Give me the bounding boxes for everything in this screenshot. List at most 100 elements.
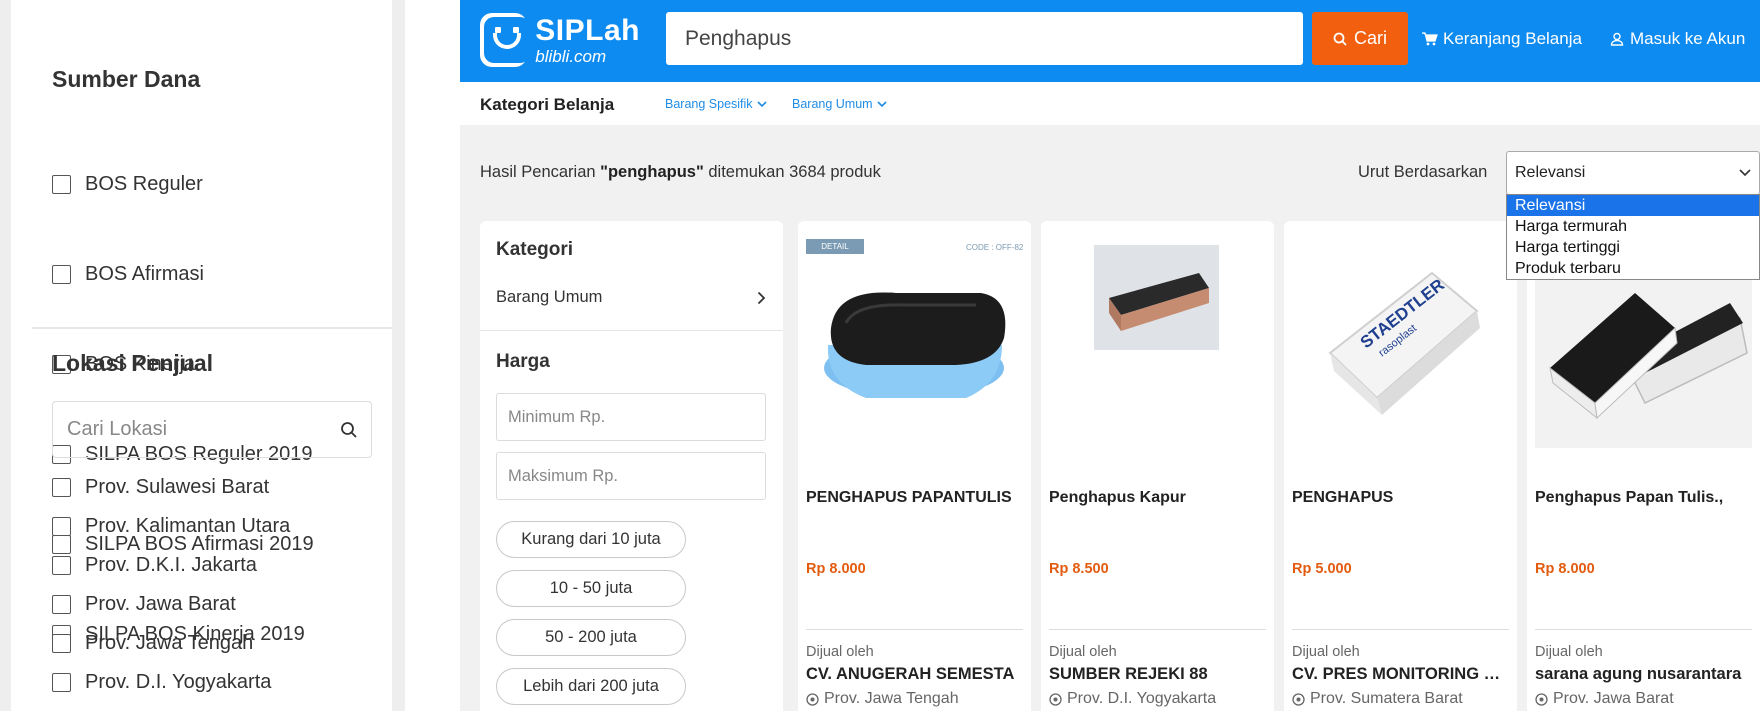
seller-name[interactable]: sarana agung nusarantara: [1535, 665, 1752, 684]
product-price: Rp 8.000: [1535, 561, 1595, 577]
checkbox[interactable]: [52, 633, 71, 653]
result-query: "penghapus": [600, 163, 704, 181]
smile-logo-icon: [480, 13, 530, 67]
location-pin-icon: [1535, 692, 1548, 706]
sort-select[interactable]: Relevansi: [1506, 151, 1760, 195]
divider: [1049, 629, 1266, 630]
chevron-down-icon: [877, 100, 887, 107]
category-link-general[interactable]: Barang Umum: [792, 97, 887, 111]
search-button[interactable]: Cari: [1312, 12, 1408, 65]
filter-price-title: Harga: [496, 351, 550, 372]
sort-option[interactable]: Relevansi: [1507, 195, 1759, 216]
panel-gutter-left: [0, 0, 11, 711]
sort-selected-value: Relevansi: [1515, 164, 1586, 181]
chevron-down-icon: [1739, 169, 1751, 177]
sort-label: Urut Berdasarkan: [1358, 163, 1488, 181]
price-range-pill[interactable]: Kurang dari 10 juta: [496, 521, 686, 558]
location-pin-icon: [806, 692, 819, 706]
location-pin-icon: [1049, 692, 1062, 706]
divider: [806, 629, 1023, 630]
seller-location: Prov. Jawa Tengah: [806, 690, 959, 708]
seller-name[interactable]: CV. ANUGERAH SEMESTA: [806, 665, 1023, 684]
product-card[interactable]: DETAIL CODE : OFF-82 PENGHAPUS PAPANTULI…: [798, 221, 1031, 711]
cart-link[interactable]: Keranjang Belanja: [1422, 29, 1582, 49]
logo-subtitle: blibli.com: [535, 46, 607, 66]
product-name[interactable]: PENGHAPUS: [1292, 487, 1509, 508]
price-range-pill[interactable]: Lebih dari 200 juta: [496, 668, 686, 705]
chevron-right-icon: [757, 291, 766, 304]
chevron-down-icon: [756, 100, 767, 107]
seller-location: Prov. Sumatera Barat: [1292, 690, 1463, 708]
seller-location: Prov. D.I. Yogyakarta: [1049, 690, 1216, 708]
result-summary: Hasil Pencarian "penghapus" ditemukan 36…: [480, 163, 881, 181]
location-search-input[interactable]: Cari Lokasi: [52, 401, 372, 458]
location-pin-icon: [1292, 692, 1305, 706]
checkbox[interactable]: [52, 477, 71, 497]
image-tag: DETAIL: [806, 239, 864, 254]
checkbox[interactable]: [52, 594, 71, 614]
sold-by-label: Dijual oleh: [806, 644, 874, 660]
category-link-specific[interactable]: Barang Spesifik: [665, 97, 767, 111]
chalk-eraser-image: [1094, 245, 1219, 350]
seller-location: Prov. Jawa Barat: [1535, 690, 1674, 708]
sort-option[interactable]: Harga tertinggi: [1507, 237, 1759, 258]
cart-icon: [1422, 32, 1438, 46]
price-range-pill[interactable]: 50 - 200 juta: [496, 619, 686, 656]
category-title: Kategori Belanja: [480, 95, 615, 114]
price-min-input[interactable]: Minimum Rp.: [496, 393, 766, 441]
funding-source-title: Sumber Dana: [52, 66, 201, 92]
location-option[interactable]: Prov. D.I. Yogyakarta: [52, 669, 271, 695]
price-range-pill[interactable]: 10 - 50 juta: [496, 570, 686, 607]
siplah-logo[interactable]: SIPLah blibli.com: [480, 12, 640, 68]
siplah-app: SIPLah blibli.com Cari Keranjang Belanja…: [460, 0, 1760, 711]
funding-option[interactable]: BOS Reguler: [52, 171, 203, 197]
divider: [1535, 629, 1752, 630]
funding-option[interactable]: BOS Afirmasi: [52, 261, 204, 287]
location-option[interactable]: Prov. Sulawesi Barat: [52, 474, 269, 500]
login-link[interactable]: Masuk ke Akun: [1610, 29, 1745, 49]
filter-category-item[interactable]: Barang Umum: [496, 288, 766, 307]
checkbox[interactable]: [52, 516, 71, 536]
sold-by-label: Dijual oleh: [1049, 644, 1117, 660]
user-icon: [1610, 32, 1624, 46]
whiteboard-eraser-image: [824, 292, 1006, 398]
divider: [480, 330, 783, 331]
product-card[interactable]: Penghapus Papan Tulis., Rp 8.000 Dijual …: [1527, 221, 1760, 711]
sort-dropdown: Relevansi Harga termurah Harga tertinggi…: [1506, 194, 1760, 280]
checkbox[interactable]: [52, 555, 71, 575]
sold-by-label: Dijual oleh: [1292, 644, 1360, 660]
location-option[interactable]: Prov. D.K.I. Jakarta: [52, 552, 257, 578]
search-icon: [341, 422, 357, 438]
search-input[interactable]: [666, 12, 1303, 65]
divider: [32, 327, 392, 329]
category-bar: [460, 82, 1760, 125]
checkbox[interactable]: [52, 174, 71, 194]
checkbox[interactable]: [52, 264, 71, 284]
checkbox[interactable]: [52, 672, 71, 692]
search-icon: [1333, 32, 1347, 46]
location-option[interactable]: Prov. Jawa Tengah: [52, 630, 253, 656]
product-name[interactable]: Penghapus Kapur: [1049, 487, 1266, 508]
product-price: Rp 5.000: [1292, 561, 1352, 577]
panel-gutter-right: [391, 0, 405, 711]
location-option[interactable]: Prov. Kalimantan Utara: [52, 513, 290, 539]
seller-name[interactable]: SUMBER REJEKI 88: [1049, 665, 1266, 684]
filter-category-title: Kategori: [496, 239, 574, 260]
location-option[interactable]: Prov. Jawa Barat: [52, 591, 236, 617]
image-code: CODE : OFF-82: [966, 243, 1024, 252]
sold-by-label: Dijual oleh: [1535, 644, 1603, 660]
sort-option[interactable]: Harga termurah: [1507, 216, 1759, 237]
location-search-placeholder: Cari Lokasi: [67, 418, 168, 440]
seller-location-title: Lokasi Penjual: [52, 350, 214, 376]
price-max-input[interactable]: Maksimum Rp.: [496, 452, 766, 500]
divider: [1292, 629, 1509, 630]
product-name[interactable]: PENGHAPUS PAPANTULIS: [806, 487, 1023, 508]
search-button-label: Cari: [1353, 28, 1387, 48]
sort-option[interactable]: Produk terbaru: [1507, 258, 1759, 279]
logo-title: SIPLah: [535, 13, 640, 47]
product-card[interactable]: Penghapus Kapur Rp 8.500 Dijual oleh SUM…: [1041, 221, 1274, 711]
seller-name[interactable]: CV. PRES MONITORING …: [1292, 665, 1509, 684]
top-navbar: SIPLah blibli.com Cari Keranjang Belanja…: [460, 0, 1760, 82]
product-name[interactable]: Penghapus Papan Tulis.,: [1535, 487, 1752, 508]
product-card[interactable]: STAEDTLER rasoplast PENGHAPUS Rp 5.000 D…: [1284, 221, 1517, 711]
